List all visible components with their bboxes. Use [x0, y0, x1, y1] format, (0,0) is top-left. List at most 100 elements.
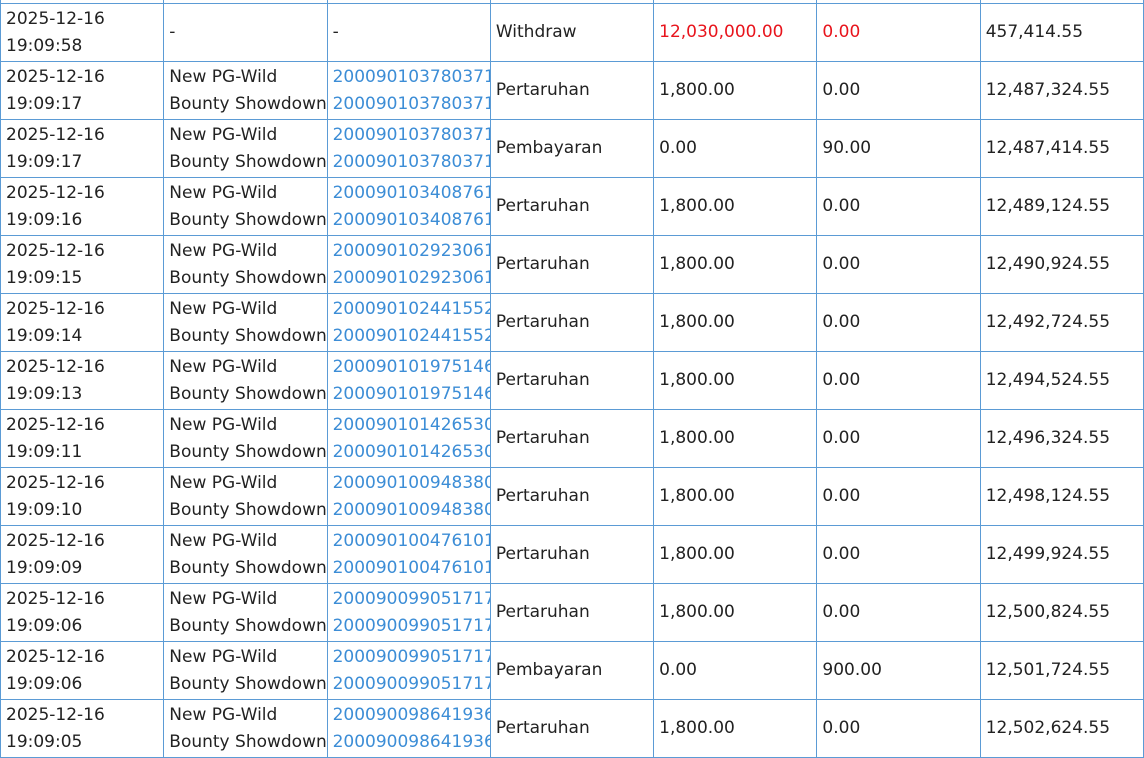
datetime-cell: 2025-12-16 19:09:09 [0, 525, 165, 584]
reference-cell[interactable]: 2000901029230617089-2000901029230617089-… [326, 235, 491, 294]
reference-link-line2[interactable]: 2000900986419360258-106-0 [333, 729, 490, 756]
datetime-cell: 2025-12-16 19:09:14 [0, 293, 165, 352]
game-name-line1: New PG-Wild [169, 67, 278, 87]
time-text: 19:09:13 [6, 383, 83, 404]
balance-cell: 12,499,924.55 [979, 525, 1144, 584]
type-cell: Pertaruhan [489, 699, 655, 758]
balance-cell: 12,489,124.55 [979, 177, 1144, 236]
reference-cell[interactable]: 2000901009483805699-2000901009483805699-… [326, 467, 491, 526]
game-cell: New PG-Wild Bounty Showdown [163, 583, 328, 642]
reference-cell[interactable]: 2000901024415525888-2000901024415525888-… [326, 293, 491, 352]
game-cell: New PG-Wild Bounty Showdown [163, 467, 328, 526]
game-name-line1: New PG-Wild [169, 357, 278, 377]
reference-link-line1[interactable]: 2000900990517171201- [333, 586, 490, 613]
reference-cell[interactable]: 2000900990517171201-2000900990517171201-… [326, 641, 491, 700]
reference-link-line1[interactable]: 2000901037803710978- [333, 122, 490, 149]
reference-cell[interactable]: 2000901037803710978-2000901037803710978-… [326, 61, 491, 120]
reference-link-line1[interactable]: 2000901009483805699- [333, 470, 490, 497]
game-name-line1: - [169, 22, 176, 43]
datetime-cell: 2025-12-16 19:09:11 [0, 409, 165, 468]
reference-cell[interactable]: 2000901037803710978-2000901037803710978-… [326, 119, 491, 178]
reference-link-line2[interactable]: 2000901034087612928-106-0 [333, 207, 490, 234]
game-name-line2: Bounty Showdown [169, 673, 327, 694]
reference-link-line2[interactable]: 2000901024415525888-106-0 [333, 323, 490, 350]
game-name-line1: New PG-Wild [169, 589, 278, 609]
reference-link-line1[interactable]: 2000901034087612928- [333, 180, 490, 207]
reference-link-line1[interactable]: 2000901024415525888- [333, 296, 490, 323]
datetime-cell: 2025-12-16 19:09:15 [0, 235, 165, 294]
reference-link-line2[interactable]: 2000901014265307649-106-0 [333, 439, 490, 466]
reference-link-line2[interactable]: 2000900990517171201-106-0 [333, 671, 490, 698]
debit-cell: 1,800.00 [653, 699, 818, 758]
game-name-line1: New PG-Wild [169, 299, 278, 319]
datetime-cell: 2025-12-16 19:09:06 [0, 583, 165, 642]
reference-cell[interactable]: 2000901004761015298-2000901004761015298-… [326, 525, 491, 584]
reference-link-line2[interactable]: 2000901004761015298-106-0 [333, 555, 490, 582]
table-row: 2025-12-16 19:09:17 New PG-Wild Bounty Show… [0, 61, 1144, 120]
type-cell: Pertaruhan [489, 467, 655, 526]
datetime-cell: 2025-12-16 19:09:06 [0, 641, 165, 700]
game-name-line1: New PG-Wild [169, 647, 278, 667]
type-cell: Pertaruhan [489, 409, 655, 468]
debit-cell: 1,800.00 [653, 61, 818, 120]
reference-link-line1: - [332, 22, 339, 43]
table-row: 2025-12-16 19:09:15 New PG-Wild Bounty Show… [0, 235, 1144, 294]
reference-cell[interactable]: 2000900986419360258-2000900986419360258-… [326, 699, 491, 758]
reference-link-line1[interactable]: 2000901029230617089- [333, 238, 490, 265]
time-text: 19:09:05 [6, 731, 83, 752]
debit-cell: 0.00 [653, 641, 818, 700]
reference-link-line1[interactable]: 2000900986419360258- [333, 702, 490, 729]
game-name-line1: New PG-Wild [169, 415, 278, 435]
reference-link-line2[interactable]: 2000901037803710978-106-0 [333, 149, 490, 176]
reference-cell[interactable]: 2000901019751460353-2000901019751460353-… [326, 351, 491, 410]
balance-cell: 12,490,924.55 [979, 235, 1144, 294]
reference-cell[interactable]: 2000900990517171201-2000900990517171201-… [326, 583, 491, 642]
date-text: 2025-12-16 [6, 67, 105, 87]
reference-link-line2[interactable]: 2000901019751460353-106-0 [333, 381, 490, 408]
reference-cell[interactable]: 2000901034087612928-2000901034087612928-… [326, 177, 491, 236]
credit-cell: 0.00 [816, 61, 981, 120]
table-row: 2025-12-16 19:09:13 New PG-Wild Bounty Show… [0, 351, 1144, 410]
game-cell: New PG-Wild Bounty Showdown [163, 641, 328, 700]
type-cell: Pertaruhan [489, 351, 655, 410]
game-cell: New PG-Wild Bounty Showdown [163, 61, 328, 120]
game-name-line1: New PG-Wild [169, 705, 278, 725]
game-name-line2: Bounty Showdown [169, 499, 327, 520]
date-text: 2025-12-16 [6, 183, 105, 203]
game-name-line2: Bounty Showdown [169, 151, 327, 172]
reference-link-line1[interactable]: 2000901014265307649- [333, 412, 490, 439]
game-name-line1: New PG-Wild [169, 183, 278, 203]
date-text: 2025-12-16 [6, 299, 105, 319]
date-text: 2025-12-16 [6, 125, 105, 145]
reference-link-line1[interactable]: 2000900990517171201- [333, 644, 490, 671]
reference-link-line2[interactable]: 2000900990517171201-106-0 [333, 613, 490, 640]
credit-cell: 0.00 [816, 351, 981, 410]
type-cell: Pertaruhan [489, 235, 655, 294]
table-row: 2025-12-16 19:09:17 New PG-Wild Bounty Show… [0, 119, 1144, 178]
balance-cell: 12,494,524.55 [979, 351, 1144, 410]
reference-link-line1[interactable]: 2000901004761015298- [333, 528, 490, 555]
game-name-line1: New PG-Wild [169, 531, 278, 551]
reference-link-line2[interactable]: 2000901037803710978-106-0 [333, 91, 490, 118]
credit-cell: 90.00 [816, 119, 981, 178]
date-text: 2025-12-16 [6, 415, 105, 435]
debit-cell: 1,800.00 [653, 525, 818, 584]
reference-link-line1[interactable]: 2000901019751460353- [333, 354, 490, 381]
reference-link-line2[interactable]: 2000901009483805699-106-0 [333, 497, 490, 524]
datetime-cell: 2025-12-16 19:09:13 [0, 351, 165, 410]
type-cell: Pertaruhan [489, 525, 655, 584]
game-name-line2: Bounty Showdown [169, 383, 327, 404]
time-text: 19:09:06 [6, 615, 83, 636]
table-row: 2025-12-16 19:09:58 - - Withdraw 12,030,000.0… [0, 3, 1144, 62]
reference-cell[interactable]: 2000901014265307649-2000901014265307649-… [326, 409, 491, 468]
reference-link-line1[interactable]: 2000901037803710978- [333, 64, 490, 91]
reference-link-line2[interactable]: 2000901029230617089-106-0 [333, 265, 490, 292]
game-cell: New PG-Wild Bounty Showdown [163, 177, 328, 236]
type-cell: Pembayaran [489, 119, 655, 178]
debit-cell: 12,030,000.00 [653, 3, 818, 62]
credit-cell: 0.00 [816, 3, 981, 62]
game-name-line2: Bounty Showdown [169, 325, 327, 346]
credit-cell: 900.00 [816, 641, 981, 700]
game-name-line1: New PG-Wild [169, 473, 278, 493]
balance-cell: 12,498,124.55 [979, 467, 1144, 526]
